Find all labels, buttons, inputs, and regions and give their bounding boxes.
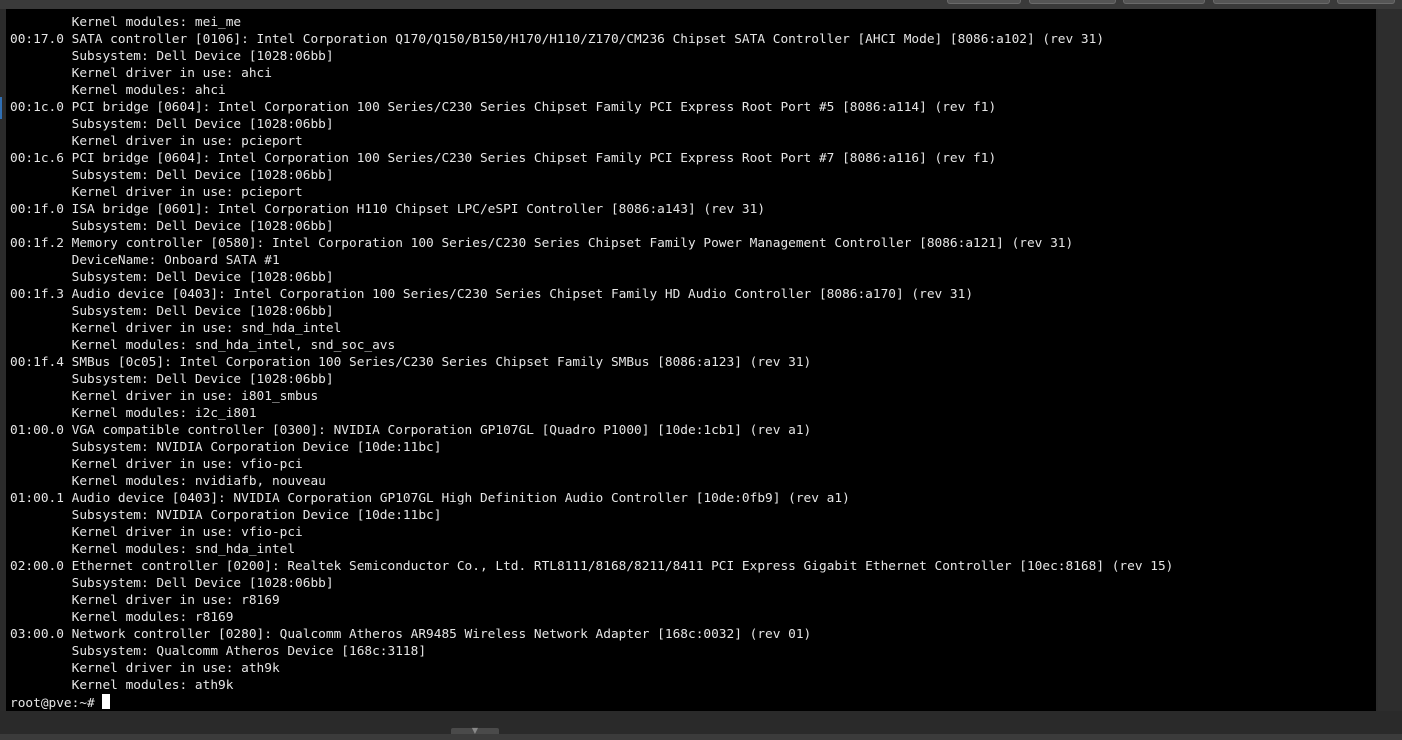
terminal-line: Subsystem: Dell Device [1028:06bb] <box>10 219 334 234</box>
terminal-line: Kernel driver in use: ath9k <box>10 661 280 676</box>
terminal-line: 02:00.0 Ethernet controller [0200]: Real… <box>10 559 1174 574</box>
terminal-line: Kernel driver in use: i801_smbus <box>10 389 319 404</box>
panel-resize-marker <box>0 97 2 119</box>
terminal-console[interactable]: Kernel modules: mei_me 00:17.0 SATA contr… <box>6 9 1376 711</box>
terminal-line: Subsystem: Dell Device [1028:06bb] <box>10 270 334 285</box>
terminal-output: Kernel modules: mei_me 00:17.0 SATA contr… <box>10 14 1173 694</box>
text-cursor <box>102 694 111 709</box>
terminal-line: 01:00.1 Audio device [0403]: NVIDIA Corp… <box>10 491 850 506</box>
terminal-line: 03:00.0 Network controller [0280]: Qualc… <box>10 627 812 642</box>
terminal-line: DeviceName: Onboard SATA #1 <box>10 253 280 268</box>
terminal-line: 00:1f.0 ISA bridge [0601]: Intel Corpora… <box>10 202 766 217</box>
terminal-line: Kernel driver in use: r8169 <box>10 593 280 608</box>
terminal-line: Kernel modules: r8169 <box>10 610 234 625</box>
terminal-line: 00:17.0 SATA controller [0106]: Intel Co… <box>10 32 1105 47</box>
terminal-scrollbar[interactable] <box>1378 9 1402 711</box>
terminal-line: Subsystem: Dell Device [1028:06bb] <box>10 117 334 132</box>
terminal-line: Kernel modules: i2c_i801 <box>10 406 257 421</box>
terminal-line: Kernel modules: snd_hda_intel, snd_soc_a… <box>10 338 396 353</box>
terminal-line: 00:1c.0 PCI bridge [0604]: Intel Corpora… <box>10 100 997 115</box>
terminal-line: 01:00.0 VGA compatible controller [0300]… <box>10 423 812 438</box>
terminal-line: Kernel modules: mei_me <box>10 15 242 30</box>
toolbar-button[interactable] <box>1213 0 1330 4</box>
terminal-line: Kernel driver in use: snd_hda_intel <box>10 321 342 336</box>
toolbar-button[interactable] <box>1029 0 1116 4</box>
terminal-line: Kernel modules: ath9k <box>10 678 234 693</box>
terminal-line: Subsystem: NVIDIA Corporation Device [10… <box>10 508 442 523</box>
terminal-line: 00:1f.3 Audio device [0403]: Intel Corpo… <box>10 287 974 302</box>
terminal-line: Subsystem: Dell Device [1028:06bb] <box>10 576 334 591</box>
terminal-line: Subsystem: Dell Device [1028:06bb] <box>10 49 334 64</box>
terminal-line: Kernel driver in use: pcieport <box>10 185 303 200</box>
terminal-line: Kernel driver in use: pcieport <box>10 134 303 149</box>
terminal-line: Kernel modules: ahci <box>10 83 226 98</box>
window-top-bar <box>0 0 1402 9</box>
collapse-handle-icon[interactable]: ▼ <box>451 727 499 735</box>
terminal-line: Kernel modules: snd_hda_intel <box>10 542 296 557</box>
toolbar-button[interactable] <box>1123 0 1205 4</box>
terminal-line: Kernel modules: nvidiafb, nouveau <box>10 474 326 489</box>
terminal-line: Subsystem: Dell Device [1028:06bb] <box>10 372 334 387</box>
terminal-line: Subsystem: Qualcomm Atheros Device [168c… <box>10 644 427 659</box>
terminal-line: Subsystem: Dell Device [1028:06bb] <box>10 168 334 183</box>
terminal-prompt-line[interactable]: root@pve:~# <box>10 694 111 711</box>
shell-prompt: root@pve:~# <box>10 696 103 711</box>
toolbar-button[interactable] <box>1337 0 1395 4</box>
terminal-line: 00:1c.6 PCI bridge [0604]: Intel Corpora… <box>10 151 997 166</box>
terminal-line: Kernel driver in use: ahci <box>10 66 272 81</box>
terminal-line: Subsystem: Dell Device [1028:06bb] <box>10 304 334 319</box>
terminal-line: 00:1f.4 SMBus [0c05]: Intel Corporation … <box>10 355 812 370</box>
terminal-line: Kernel driver in use: vfio-pci <box>10 457 303 472</box>
terminal-line: Kernel driver in use: vfio-pci <box>10 525 303 540</box>
toolbar-button[interactable] <box>947 0 1021 4</box>
terminal-line: 00:1f.2 Memory controller [0580]: Intel … <box>10 236 1074 251</box>
bottom-panel-edge <box>0 734 1402 740</box>
terminal-line: Subsystem: NVIDIA Corporation Device [10… <box>10 440 442 455</box>
